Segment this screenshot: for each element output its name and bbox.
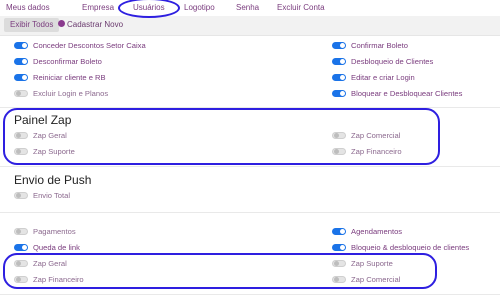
toggle-switch[interactable]	[14, 41, 28, 49]
perm-desbloqueio-clientes[interactable]: Desbloqueio de Clientes	[332, 57, 433, 67]
register-new-button[interactable]: Cadastrar Novo	[52, 18, 129, 32]
envio-push-title: Envio de Push	[14, 173, 92, 187]
divider	[0, 212, 500, 213]
notif-label: Pagamentos	[33, 227, 76, 236]
toggle-switch[interactable]	[332, 227, 346, 235]
perm-editar-login[interactable]: Editar e criar Login	[332, 73, 415, 83]
top-nav: Meus dados Empresa Usuários Logotipo Sen…	[0, 0, 500, 17]
toggle-switch[interactable]	[14, 57, 28, 65]
notif-queda-link[interactable]: Queda de link	[14, 243, 80, 253]
notif-pagamentos[interactable]: Pagamentos	[14, 227, 76, 237]
perm-label: Desconfirmar Boleto	[33, 57, 102, 66]
toggle-switch[interactable]	[14, 89, 28, 97]
perm-confirmar-boleto[interactable]: Confirmar Boleto	[332, 41, 408, 51]
perm-bloquear-desbloquear[interactable]: Bloquear e Desbloquear Clientes	[332, 89, 462, 99]
toggle-switch[interactable]	[332, 57, 346, 65]
register-new-label: Cadastrar Novo	[67, 20, 124, 29]
perm-label: Desbloqueio de Clientes	[351, 57, 434, 66]
perm-label: Reiniciar cliente e RB	[33, 73, 106, 82]
divider	[0, 166, 500, 167]
annotation-box-notif-zap	[3, 253, 437, 289]
annotation-box-painel-zap	[3, 108, 440, 165]
notif-bloqueio-desbloqueio[interactable]: Bloqueio & desbloqueio de clientes	[332, 243, 469, 253]
divider	[0, 294, 500, 295]
toggle-switch[interactable]	[332, 89, 346, 97]
perm-desconfirmar-boleto[interactable]: Desconfirmar Boleto	[14, 57, 102, 67]
envio-total-item[interactable]: Envio Total	[14, 191, 70, 201]
push-label: Envio Total	[33, 191, 71, 200]
toggle-switch[interactable]	[332, 73, 346, 81]
perm-excluir-login[interactable]: Excluir Login e Planos	[14, 89, 108, 99]
perm-label: Editar e criar Login	[351, 73, 415, 82]
perm-label: Conceder Descontos Setor Caixa	[33, 41, 146, 50]
toggle-switch[interactable]	[14, 73, 28, 81]
toggle-switch[interactable]	[332, 41, 346, 49]
notif-label: Agendamentos	[351, 227, 403, 236]
notif-agendamentos[interactable]: Agendamentos	[332, 227, 402, 237]
toggle-switch[interactable]	[14, 191, 28, 199]
perm-label: Bloquear e Desbloquear Clientes	[351, 89, 463, 98]
toggle-switch[interactable]	[332, 243, 346, 251]
sub-toolbar: Exibir Todos Cadastrar Novo	[0, 16, 500, 36]
tab-senha[interactable]: Senha	[236, 3, 259, 12]
perm-label: Confirmar Boleto	[351, 41, 408, 50]
toggle-switch[interactable]	[14, 243, 28, 251]
show-all-label: Exibir Todos	[10, 20, 54, 29]
tab-excluir-conta[interactable]: Excluir Conta	[277, 3, 325, 12]
toggle-switch[interactable]	[14, 227, 28, 235]
perm-conceder-descontos[interactable]: Conceder Descontos Setor Caixa	[14, 41, 146, 51]
perm-label: Excluir Login e Planos	[33, 89, 109, 98]
perm-reiniciar-cliente[interactable]: Reiniciar cliente e RB	[14, 73, 106, 83]
user-add-icon	[58, 20, 65, 28]
notif-label: Queda de link	[33, 243, 80, 252]
tab-logotipo[interactable]: Logotipo	[184, 3, 215, 12]
tab-meus-dados[interactable]: Meus dados	[6, 3, 50, 12]
notif-label: Bloqueio & desbloqueio de clientes	[351, 243, 470, 252]
tab-empresa[interactable]: Empresa	[82, 3, 114, 12]
